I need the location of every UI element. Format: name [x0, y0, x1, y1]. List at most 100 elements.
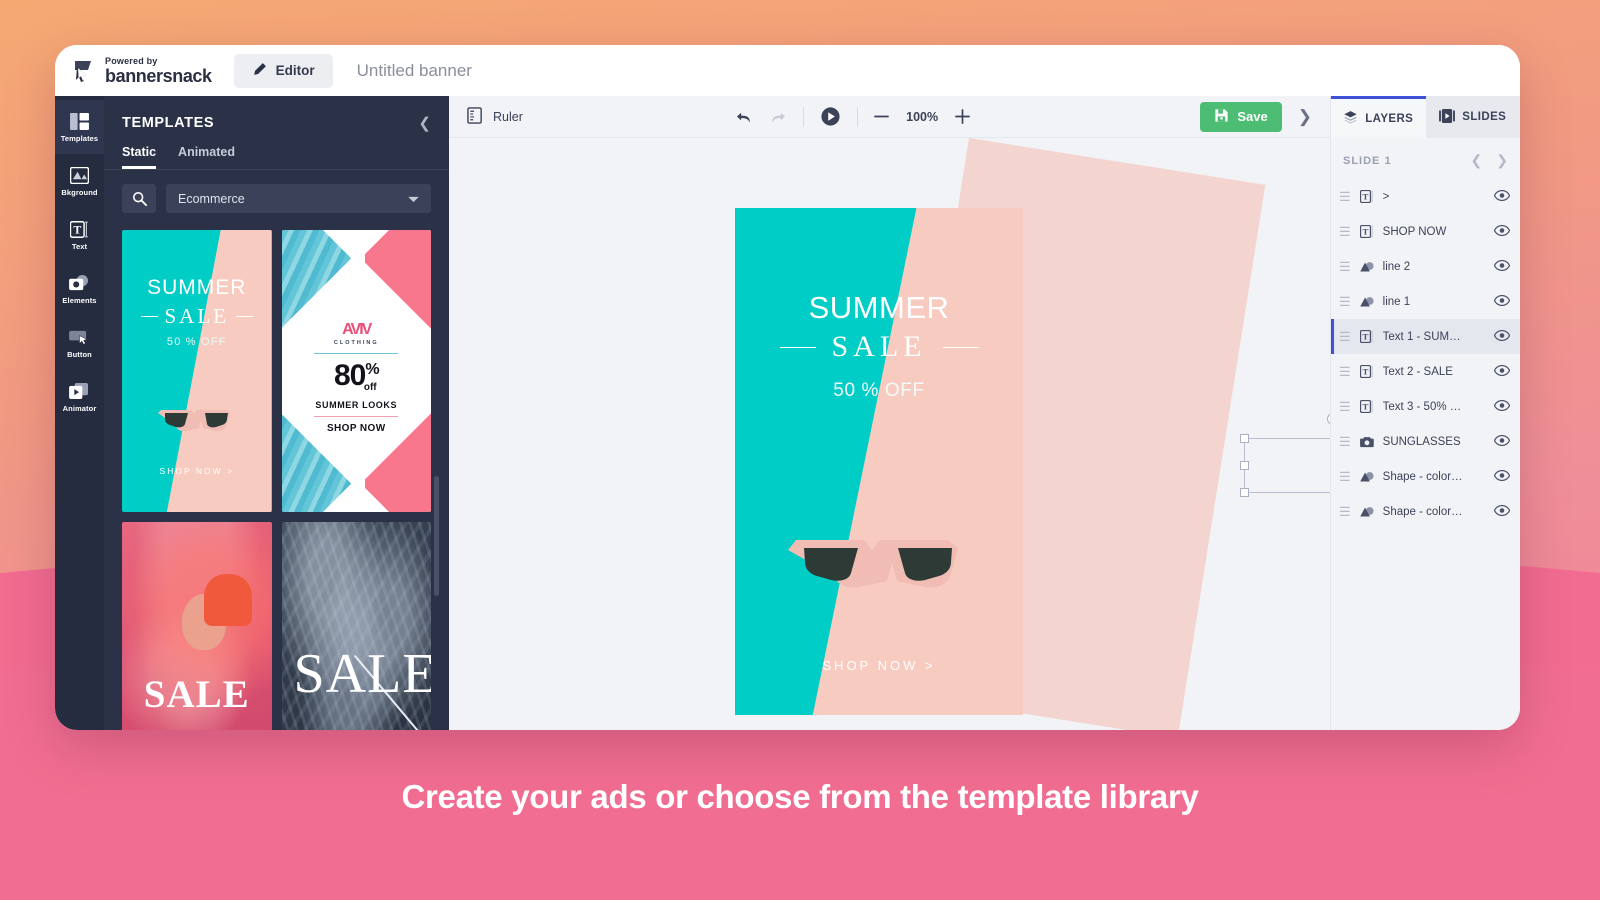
layer-row[interactable]: ☰ T > — [1331, 179, 1520, 214]
eye-icon[interactable] — [1493, 328, 1511, 346]
tab-layers[interactable]: LAYERS — [1331, 96, 1426, 138]
templates-panel: TEMPLATES ❮ Static Animated Ecommerce SU… — [104, 96, 449, 730]
templates-icon — [69, 112, 91, 132]
layer-row[interactable]: ☰ Shape - color… — [1331, 494, 1520, 529]
drag-handle-icon[interactable]: ☰ — [1339, 295, 1351, 308]
chevron-down-icon — [408, 192, 419, 206]
eye-icon[interactable] — [1493, 433, 1511, 451]
resize-handle-ml[interactable] — [1240, 460, 1249, 470]
templates-scrollbar[interactable] — [434, 476, 439, 596]
layer-type-shape-icon — [1359, 261, 1375, 273]
layer-row[interactable]: ☰ Shape - color… — [1331, 459, 1520, 494]
layer-type-shape-icon — [1359, 296, 1375, 308]
selection-box[interactable] — [1240, 413, 1330, 497]
editor-label: Editor — [275, 63, 315, 78]
drag-handle-icon[interactable]: ☰ — [1339, 435, 1351, 448]
banner-line1[interactable]: SUMMER — [735, 290, 1023, 326]
slide-prev-icon[interactable]: ❮ — [1471, 152, 1483, 169]
banner-canvas[interactable]: SUMMER SALE 50 % OFF SHOP NOW > — [735, 208, 1023, 715]
card2-rule-top — [314, 353, 399, 354]
drag-handle-icon[interactable]: ☰ — [1339, 330, 1351, 343]
slide-label: SLIDE 1 — [1343, 154, 1392, 167]
layer-row[interactable]: ☰ line 1 — [1331, 284, 1520, 319]
rail-item-text[interactable]: T Text — [55, 208, 104, 262]
drag-handle-icon[interactable]: ☰ — [1339, 260, 1351, 273]
brand-logo[interactable]: Powered by bannersnack — [73, 56, 212, 85]
app-window: Powered by bannersnack Editor Untitled b… — [55, 45, 1520, 730]
tab-animated[interactable]: Animated — [178, 145, 235, 169]
banner-dash-left — [779, 346, 816, 348]
layer-row[interactable]: ☰ T SHOP NOW — [1331, 214, 1520, 249]
svg-text:T: T — [1362, 226, 1368, 236]
drag-handle-icon[interactable]: ☰ — [1339, 190, 1351, 203]
rail-item-animator[interactable]: Animator — [55, 370, 104, 424]
slide-next-icon[interactable]: ❯ — [1496, 152, 1508, 169]
plus-icon[interactable] — [955, 109, 971, 124]
eye-icon[interactable] — [1493, 293, 1511, 311]
top-bar: Powered by bannersnack Editor Untitled b… — [55, 45, 1520, 96]
button-icon — [69, 328, 91, 348]
animator-icon — [69, 382, 91, 402]
resize-handle-bl[interactable] — [1240, 488, 1249, 497]
save-button[interactable]: Save — [1200, 101, 1282, 132]
minus-icon[interactable] — [874, 109, 890, 124]
layer-row[interactable]: ☰ SUNGLASSES — [1331, 424, 1520, 459]
chevron-right-icon[interactable]: ❯ — [1298, 107, 1312, 127]
drag-handle-icon[interactable]: ☰ — [1339, 470, 1351, 483]
document-title[interactable]: Untitled banner — [357, 61, 472, 81]
category-select[interactable]: Ecommerce — [166, 184, 431, 213]
layer-row[interactable]: ☰ T Text 1 - SUM… — [1331, 319, 1520, 354]
search-icon[interactable] — [122, 184, 156, 213]
layer-row[interactable]: ☰ T Text 2 - SALE — [1331, 354, 1520, 389]
card1-line2: SALE — [164, 304, 229, 328]
drag-handle-icon[interactable]: ☰ — [1339, 365, 1351, 378]
card2-content: AVIV CLOTHING 80% off SUMMER LOOKS SHOP … — [282, 322, 432, 434]
template-card-summer-sale[interactable]: SUMMER SALE 50 % OFF SHOP NOW > — [122, 230, 272, 512]
layer-row[interactable]: ☰ line 2 — [1331, 249, 1520, 284]
eye-icon[interactable] — [1493, 258, 1511, 276]
banner-line2[interactable]: SALE — [832, 330, 927, 364]
card2-logo: AVIV — [342, 321, 372, 338]
eye-icon[interactable] — [1493, 223, 1511, 241]
eye-icon[interactable] — [1493, 503, 1511, 521]
card1-line1: SUMMER — [147, 276, 247, 299]
layer-name: Shape - color… — [1382, 470, 1463, 483]
resize-handle-tl[interactable] — [1240, 434, 1249, 443]
canvas-stage[interactable]: SUMMER SALE 50 % OFF SHOP NOW > — [449, 138, 1330, 730]
template-card-smoky-sale[interactable]: SALE — [281, 522, 431, 730]
chevron-left-icon[interactable]: ❮ — [418, 114, 431, 132]
banner-line3[interactable]: 50 % OFF — [735, 380, 1023, 402]
rotate-handle[interactable] — [1327, 413, 1330, 425]
drag-handle-icon[interactable]: ☰ — [1339, 225, 1351, 238]
eye-icon[interactable] — [1493, 188, 1511, 206]
eye-icon[interactable] — [1493, 363, 1511, 381]
banner-cta[interactable]: SHOP NOW > — [735, 658, 1023, 673]
drag-handle-icon[interactable]: ☰ — [1339, 400, 1351, 413]
card2-percent: % — [365, 361, 379, 378]
rail-item-button[interactable]: Button — [55, 316, 104, 370]
category-select-value: Ecommerce — [178, 191, 245, 206]
ruler-button[interactable]: Ruler — [467, 106, 523, 127]
play-icon[interactable] — [820, 106, 841, 127]
rail-item-bkground[interactable]: Bkground — [55, 154, 104, 208]
slide-selector-row: SLIDE 1 ❮ ❯ — [1331, 138, 1520, 179]
eye-icon[interactable] — [1493, 468, 1511, 486]
rail-item-templates[interactable]: Templates — [55, 100, 104, 154]
undo-icon[interactable] — [735, 109, 754, 125]
rail-label-button: Button — [67, 349, 92, 359]
tab-static[interactable]: Static — [122, 145, 157, 169]
layer-name: line 1 — [1382, 295, 1411, 308]
eye-icon[interactable] — [1493, 398, 1511, 416]
tab-slides[interactable]: SLIDES — [1425, 96, 1520, 138]
editor-tab[interactable]: Editor — [233, 53, 333, 88]
redo-icon[interactable] — [768, 109, 787, 125]
layer-row[interactable]: ☰ T Text 3 - 50% … — [1331, 389, 1520, 424]
banner-sunglasses-image[interactable] — [788, 528, 970, 599]
layer-name: line 2 — [1382, 260, 1411, 273]
drag-handle-icon[interactable]: ☰ — [1339, 505, 1351, 518]
template-card-sale-forty[interactable]: SALE 40% OFF EVERYTHING www.example.com — [122, 522, 272, 730]
rail-item-elements[interactable]: Elements — [55, 262, 104, 316]
elements-icon — [69, 274, 91, 294]
template-card-eighty-off[interactable]: AVIV CLOTHING 80% off SUMMER LOOKS SHOP … — [281, 230, 432, 512]
zoom-controls: 100% — [874, 109, 971, 124]
